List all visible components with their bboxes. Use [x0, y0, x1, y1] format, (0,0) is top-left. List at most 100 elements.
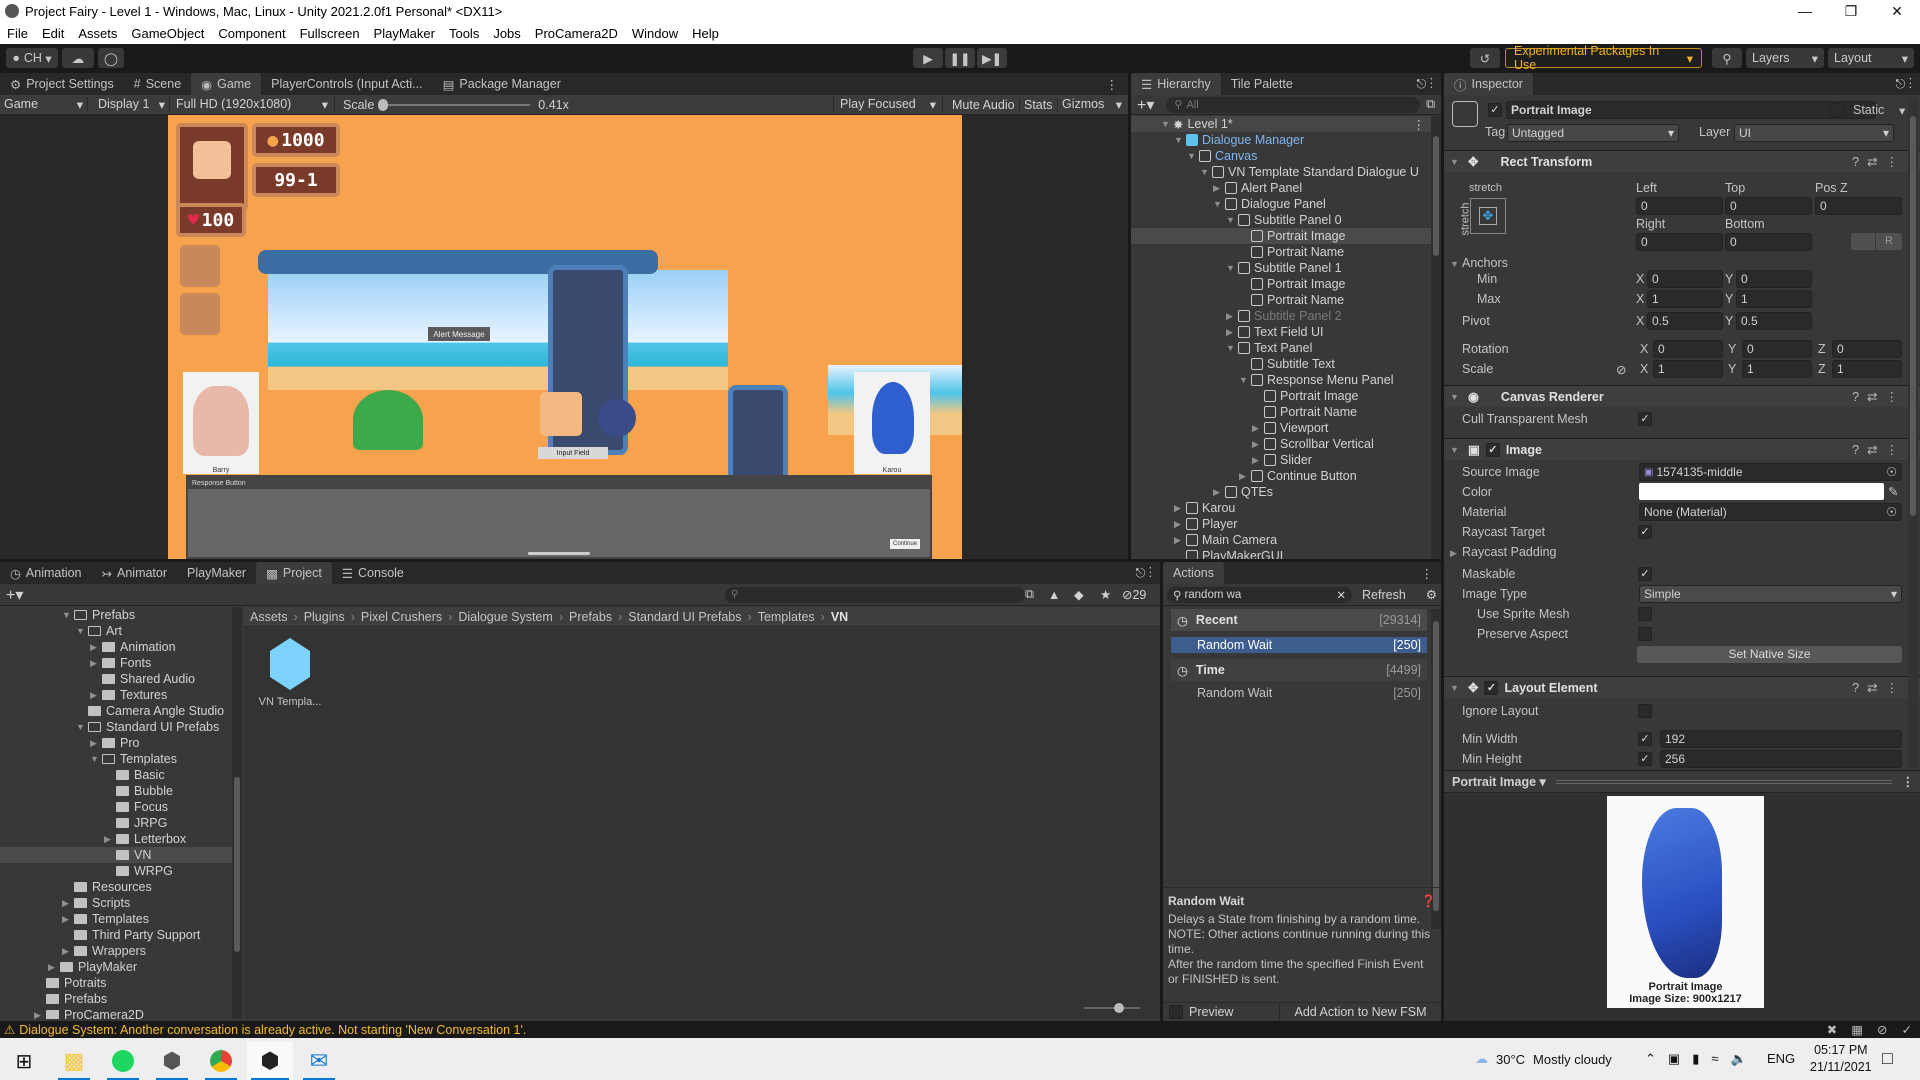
component-icons[interactable]: ?⇄⋮	[1852, 389, 1906, 404]
menu-tools[interactable]: Tools	[442, 26, 486, 41]
layers-dropdown[interactable]: Layers ▾	[1746, 48, 1824, 68]
collapsed-arrow-icon[interactable]: ▶	[90, 642, 100, 653]
use-sprite-mesh-checkbox[interactable]	[1638, 607, 1652, 621]
label-icon[interactable]: ◆	[1074, 587, 1084, 602]
collapsed-arrow-icon[interactable]: ▶	[62, 898, 72, 909]
icon-size-slider[interactable]	[1084, 1003, 1140, 1013]
preview-drag-handle[interactable]	[1555, 779, 1892, 784]
inspector-scrollbar[interactable]	[1908, 98, 1918, 768]
menu-gameobject[interactable]: GameObject	[124, 26, 211, 41]
game-mode-dropdown[interactable]: Game ▾	[0, 97, 88, 112]
project-tree-scrollbar[interactable]	[232, 607, 242, 1019]
collapsed-arrow-icon[interactable]: ▶	[1226, 311, 1236, 322]
min-height-input[interactable]: 256	[1660, 750, 1902, 768]
file-explorer-app[interactable]: ▩	[54, 1042, 94, 1080]
status-bar[interactable]: ⚠ Dialogue System: Another conversation …	[0, 1021, 1920, 1038]
menu-jobs[interactable]: Jobs	[486, 26, 527, 41]
project-folder-item[interactable]: ▶ Wrappers	[0, 943, 232, 959]
collapsed-arrow-icon[interactable]: ▶	[1252, 423, 1262, 434]
tab-actions[interactable]: Actions	[1163, 562, 1224, 584]
battery-icon[interactable]: ▮	[1692, 1051, 1699, 1067]
blueprint-mode-button[interactable]	[1851, 233, 1875, 250]
expanded-arrow-icon[interactable]: ▼	[1226, 215, 1236, 225]
hierarchy-item[interactable]: ▶ Player	[1131, 516, 1431, 532]
raw-edit-button[interactable]: R	[1876, 233, 1902, 250]
hierarchy-item[interactable]: ▶ Viewport	[1131, 420, 1431, 436]
inspector-lock-icon[interactable]: ⎋ ⋮	[1888, 73, 1920, 95]
project-folder-item[interactable]: Bubble	[0, 783, 232, 799]
hierarchy-item[interactable]: Portrait Image	[1131, 276, 1431, 292]
expanded-arrow-icon[interactable]: ▼	[1239, 375, 1249, 385]
scene-menu-icon[interactable]: ⋮	[1413, 117, 1426, 132]
account-dropdown[interactable]: ● CH ▾	[6, 48, 58, 68]
expanded-arrow-icon[interactable]: ▼	[62, 610, 72, 620]
chrome-app[interactable]	[201, 1042, 241, 1080]
hierarchy-item[interactable]: ▶ Continue Button	[1131, 468, 1431, 484]
min-width-input[interactable]: 192	[1660, 730, 1902, 748]
tab-tile-palette[interactable]: Tile Palette	[1221, 73, 1303, 95]
search-button[interactable]: ⚲	[1712, 48, 1742, 68]
hierarchy-search-input[interactable]: ⚲ All	[1166, 96, 1421, 113]
active-checkbox[interactable]: ✓	[1488, 103, 1502, 117]
top-input[interactable]: 0	[1725, 197, 1812, 215]
maximize-button[interactable]: ❐	[1828, 0, 1874, 22]
game-viewport[interactable]: ● 1000 99-1 ♥ 100 Alert Message Barry Karo…	[168, 115, 962, 559]
anchor-min-y-input[interactable]: 0	[1736, 270, 1812, 288]
min-width-checkbox[interactable]: ✓	[1638, 732, 1652, 746]
add-icon[interactable]: +▾	[1137, 95, 1154, 115]
hierarchy-item[interactable]: ▼ Response Menu Panel	[1131, 372, 1431, 388]
breadcrumb-item[interactable]: Dialogue System	[458, 610, 553, 624]
bottom-input[interactable]: 0	[1725, 233, 1812, 251]
icon-size-slider-handle[interactable]	[1114, 1003, 1124, 1013]
pause-button[interactable]: ❚❚	[945, 48, 975, 68]
breadcrumb-item[interactable]: Standard UI Prefabs	[628, 610, 741, 624]
project-lock-icon[interactable]: ⎋ ⋮	[1128, 562, 1161, 584]
cloud-button[interactable]: ☁	[62, 48, 94, 68]
collapsed-arrow-icon[interactable]: ▶	[90, 738, 100, 749]
hierarchy-item[interactable]: ▶ Alert Panel	[1131, 180, 1431, 196]
expanded-arrow-icon[interactable]: ▼	[1200, 167, 1210, 177]
camera-icon[interactable]: ▣	[1668, 1051, 1680, 1067]
constrain-proportions-icon[interactable]: ⊘	[1616, 362, 1626, 377]
preview-checkbox[interactable]	[1169, 1005, 1183, 1019]
preview-header[interactable]: Portrait Image ▾ ⋮	[1444, 771, 1920, 793]
anchor-max-y-input[interactable]: 1	[1736, 290, 1812, 308]
dialogue-slider[interactable]	[528, 552, 590, 555]
rect-transform-header[interactable]: ▼ ✥ Rect Transform ?⇄⋮	[1444, 150, 1920, 172]
project-folder-item[interactable]: ▼ Standard UI Prefabs	[0, 719, 232, 735]
tab-game[interactable]: ◉ Game	[191, 73, 262, 95]
collapsed-arrow-icon[interactable]: ▶	[1213, 487, 1223, 498]
project-folder-item[interactable]: Focus	[0, 799, 232, 815]
project-folder-item[interactable]: ▼ Templates	[0, 751, 232, 767]
layer-dropdown[interactable]: UI ▾	[1734, 124, 1894, 142]
expanded-arrow-icon[interactable]: ▼	[1187, 151, 1197, 161]
project-folder-item[interactable]: JRPG	[0, 815, 232, 831]
add-action-button[interactable]: Add Action to New FSM	[1279, 1002, 1441, 1022]
eyedropper-icon[interactable]: ✎	[1888, 484, 1898, 499]
inspector-scroll-thumb[interactable]	[1910, 116, 1916, 516]
actions-search-input[interactable]: ⚲ random wa ✕	[1167, 586, 1352, 603]
min-height-checkbox[interactable]: ✓	[1638, 752, 1652, 766]
scale-y-input[interactable]: 1	[1742, 360, 1812, 378]
step-button[interactable]: ▶❚	[977, 48, 1007, 68]
static-checkbox[interactable]	[1830, 103, 1844, 117]
project-folder-item[interactable]: ▶ Textures	[0, 687, 232, 703]
material-field[interactable]: None (Material) ☉	[1639, 503, 1902, 521]
hierarchy-item[interactable]: Portrait Name	[1131, 292, 1431, 308]
hierarchy-item[interactable]: ▼ Subtitle Panel 1	[1131, 260, 1431, 276]
component-icons[interactable]: ?⇄⋮	[1852, 442, 1906, 457]
expanded-arrow-icon[interactable]: ▼	[1174, 135, 1184, 145]
menu-fullscreen[interactable]: Fullscreen	[293, 26, 367, 41]
volume-icon[interactable]: 🔈	[1731, 1051, 1747, 1067]
rotation-z-input[interactable]: 0	[1832, 340, 1902, 358]
scene-row[interactable]: ▼ ✸ Level 1* ⋮	[1131, 116, 1431, 132]
anchors-foldout[interactable]: ▼ Anchors	[1450, 256, 1508, 270]
unity-app[interactable]: ⬢	[247, 1042, 293, 1080]
actions-scroll-thumb[interactable]	[1433, 621, 1439, 911]
expanded-arrow-icon[interactable]: ▼	[1226, 343, 1236, 353]
hierarchy-item[interactable]: ▼ Canvas	[1131, 148, 1431, 164]
hierarchy-item[interactable]: PlayMakerGUI	[1131, 548, 1431, 559]
project-folder-item[interactable]: ▼ Art	[0, 623, 232, 639]
set-native-size-button[interactable]: Set Native Size	[1637, 646, 1902, 663]
collapsed-arrow-icon[interactable]: ▶	[1226, 327, 1236, 338]
